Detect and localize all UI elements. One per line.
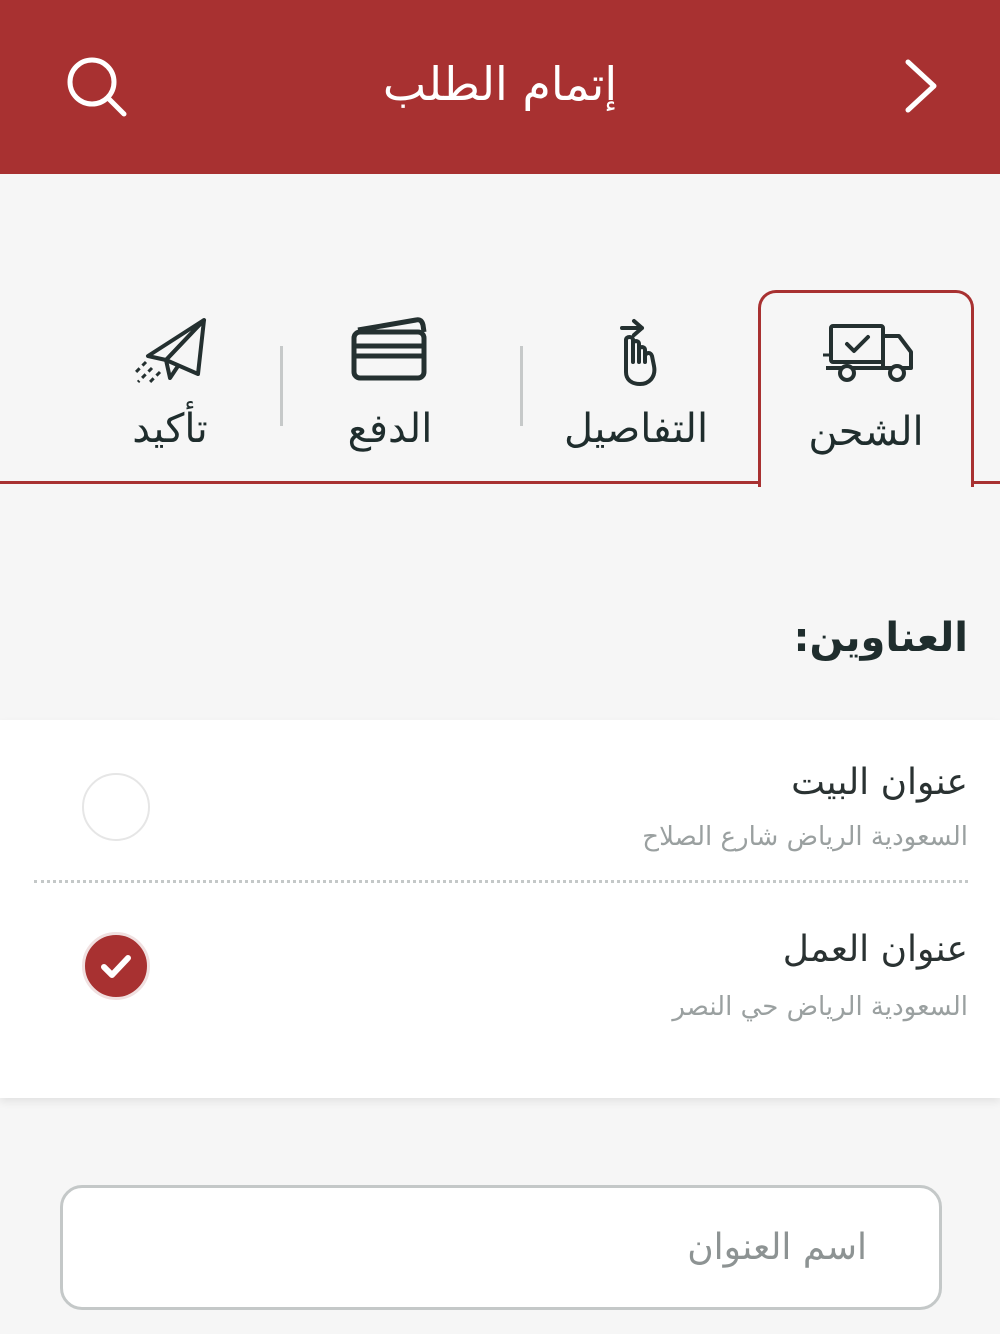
search-button[interactable] — [62, 52, 134, 124]
address-radio-unchecked[interactable] — [82, 773, 150, 841]
step-confirm[interactable]: تأكيد — [70, 290, 270, 484]
address-radio-checked[interactable] — [82, 932, 150, 1000]
step-details[interactable]: التفاصيل — [530, 290, 742, 484]
top-bar: إتمام الطلب — [0, 0, 1000, 174]
tap-gesture-icon — [620, 319, 657, 386]
step-shipping[interactable]: الشحن — [758, 290, 974, 487]
checkout-steps: الشحن التفاصيل الدفع تأكيد — [0, 290, 1000, 487]
step-label: تأكيد — [132, 406, 208, 452]
address-item-work[interactable]: عنوان العمل السعودية الرياض حي النصر — [0, 920, 1000, 1080]
addresses-title: العناوين: — [793, 615, 968, 661]
page-title: إتمام الطلب — [382, 57, 618, 111]
step-payment[interactable]: الدفع — [290, 290, 490, 484]
address-name-input[interactable] — [63, 1188, 939, 1307]
step-label: التفاصيل — [563, 406, 709, 452]
address-item-home[interactable]: عنوان البيت السعودية الرياض شارع الصلاح — [0, 720, 1000, 883]
step-label: الشحن — [808, 409, 924, 455]
step-label: الدفع — [347, 406, 433, 452]
address-name: عنوان البيت — [791, 762, 968, 803]
address-name: عنوان العمل — [782, 929, 968, 970]
address-detail: السعودية الرياض حي النصر — [672, 992, 968, 1022]
search-icon — [67, 57, 127, 117]
checkmark-icon — [101, 955, 131, 978]
paper-plane-icon — [132, 318, 206, 386]
address-name-field[interactable] — [60, 1185, 942, 1310]
step-separator — [520, 346, 523, 426]
address-detail: السعودية الرياض شارع الصلاح — [642, 822, 968, 852]
address-divider — [34, 880, 968, 883]
truck-icon — [823, 324, 913, 382]
step-separator — [280, 346, 283, 426]
address-list: عنوان البيت السعودية الرياض شارع الصلاح … — [0, 720, 1000, 1098]
credit-card-icon — [351, 317, 427, 381]
